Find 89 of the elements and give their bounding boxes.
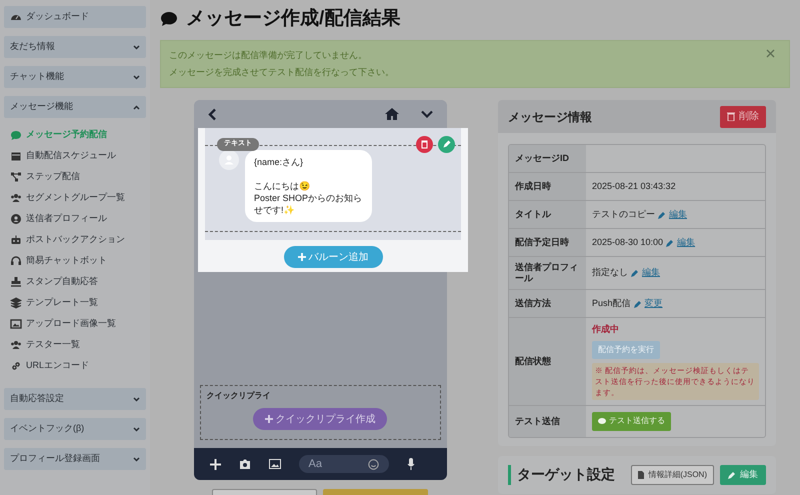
edit-button[interactable]: 編集 xyxy=(720,464,766,484)
plus-icon xyxy=(264,415,272,423)
alert-text: メッセージを完成させてテスト配信を行なって下さい。 xyxy=(169,66,395,79)
card-title: ターゲット設定 xyxy=(517,465,616,484)
trash-icon xyxy=(727,112,735,121)
row-label: タイトル xyxy=(515,209,551,220)
sidebar-link[interactable]: 自動配信スケジュール xyxy=(4,145,146,166)
plus-icon[interactable] xyxy=(210,458,220,470)
row-value: Push配信 xyxy=(592,296,631,310)
image-icon[interactable] xyxy=(268,459,280,469)
message-input-field[interactable]: Aa xyxy=(298,455,388,473)
row-label: テスト送信 xyxy=(515,416,560,426)
chat-bubble: {name:さん} こんにちは😉 Poster SHOPからのお知らせです!✨ xyxy=(245,150,372,222)
avatar-icon xyxy=(219,150,239,170)
sidebar-section[interactable]: チャット機能 xyxy=(4,66,146,88)
edit-link[interactable]: 変更 xyxy=(644,296,663,310)
json-details-button[interactable]: 情報詳細(JSON) xyxy=(631,464,714,484)
delete-button[interactable]: 削除 xyxy=(720,106,766,128)
sidebar-link[interactable]: アップロード画像一覧 xyxy=(4,313,146,334)
sidebar-link[interactable]: セグメントグループ一覧 xyxy=(4,187,146,208)
trash-button-icon[interactable] xyxy=(416,136,433,153)
create-quick-reply-button[interactable]: クイックリプライ作成 xyxy=(253,408,387,430)
chat-bubble-icon xyxy=(598,418,606,424)
sidebar-item[interactable]: ダッシュボード xyxy=(4,6,146,28)
pencil-icon xyxy=(634,300,642,308)
sidebar-link[interactable]: ステップ配信 xyxy=(4,166,146,187)
smiley-icon[interactable] xyxy=(368,458,378,470)
speech-bubble-icon xyxy=(160,11,178,27)
pencil-icon xyxy=(666,238,674,246)
sidebar-link[interactable]: 送信者プロフィール xyxy=(4,208,146,229)
chevron-down-icon xyxy=(133,426,140,432)
quick-reply-label: クイックリプライ xyxy=(206,390,272,402)
sidebar-section[interactable]: プロフィール登録画面 xyxy=(4,448,146,470)
chevron-down-icon xyxy=(133,396,140,402)
image-icon xyxy=(10,318,22,330)
row-label: 配信状態 xyxy=(515,356,551,367)
stamp-icon xyxy=(10,276,22,288)
status-text: 作成中 xyxy=(592,323,619,336)
card-title: メッセージ情報 xyxy=(508,108,593,126)
chevron-down-icon[interactable] xyxy=(420,110,432,118)
row-value: テストのコピー xyxy=(592,208,655,221)
chevron-down-icon xyxy=(133,44,140,50)
row-value: 2025-08-21 03:43:32 xyxy=(592,180,676,193)
layers-icon xyxy=(10,296,22,308)
users-icon xyxy=(10,338,22,350)
link-icon xyxy=(10,360,22,372)
sidebar-section[interactable]: イベントフック(β) xyxy=(4,418,146,440)
plus-icon xyxy=(298,253,306,261)
row-label: 作成日時 xyxy=(515,181,551,192)
chevron-up-icon xyxy=(133,104,140,110)
pencil-icon xyxy=(658,210,666,218)
home-icon[interactable] xyxy=(384,108,398,120)
nodes-icon xyxy=(10,170,22,182)
pencil-icon xyxy=(728,470,736,478)
sidebar-link[interactable]: URLエンコード xyxy=(4,355,146,376)
edit-link[interactable]: 編集 xyxy=(669,208,687,222)
sidebar-link[interactable]: テンプレート一覧 xyxy=(4,292,146,313)
edit-link[interactable]: 編集 xyxy=(642,266,660,280)
test-send-button[interactable]: テスト送信する xyxy=(592,412,671,430)
edit-link[interactable]: 編集 xyxy=(677,236,696,250)
user-circle-icon xyxy=(10,212,22,224)
sidebar-link[interactable]: ポストバックアクション xyxy=(4,229,146,250)
chevron-down-icon xyxy=(133,74,140,80)
row-label: 送信者プロフィール xyxy=(515,262,579,284)
robot-icon xyxy=(10,234,22,246)
sidebar-section[interactable]: 友だち情報 xyxy=(4,36,146,58)
pencil-icon xyxy=(631,269,639,277)
back-chevron-icon[interactable] xyxy=(208,108,216,120)
row-label: 送信方法 xyxy=(515,298,551,309)
page-title: メッセージ作成/配信結果 xyxy=(186,6,400,31)
microphone-icon[interactable] xyxy=(406,458,414,470)
row-label: 配信予定日時 xyxy=(515,237,569,248)
row-label: メッセージID xyxy=(515,153,569,164)
row-value: 2025-08-30 10:00 xyxy=(592,236,664,249)
users-icon xyxy=(10,192,22,204)
row-value: 指定なし xyxy=(592,266,628,280)
pencil-button-icon[interactable] xyxy=(438,136,455,153)
sidebar-link[interactable]: 簡易チャットボット xyxy=(4,250,146,271)
sidebar-link[interactable]: スタンプ自動応答 xyxy=(4,271,146,292)
alert-text: このメッセージは配信準備が完了していません。 xyxy=(169,49,368,62)
calendar-icon xyxy=(10,150,22,162)
sidebar-section[interactable]: 自動応答設定 xyxy=(4,388,146,410)
sidebar-section[interactable]: メッセージ機能 xyxy=(4,96,146,118)
chevron-down-icon xyxy=(133,456,140,462)
chat-bubble-icon xyxy=(10,128,22,140)
sidebar-link[interactable]: テスター一覧 xyxy=(4,334,146,355)
headset-icon xyxy=(10,254,22,266)
document-icon xyxy=(638,470,644,478)
camera-icon[interactable] xyxy=(238,459,250,469)
